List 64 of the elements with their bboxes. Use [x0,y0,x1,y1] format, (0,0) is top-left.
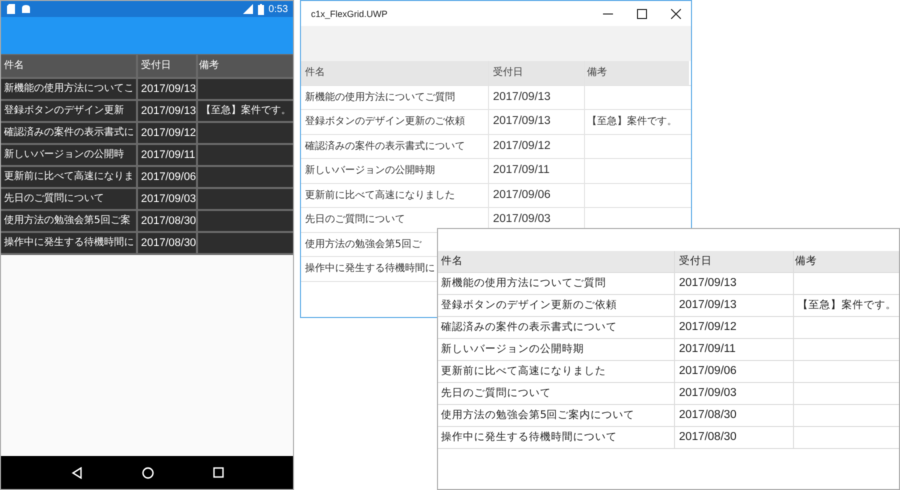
table-cell: 新しいバージョンの公開時 [1,145,136,165]
table-cell: 確認済みの案件の表示書式について [301,134,489,158]
table-cell: 更新前に比べて高速になりました [301,184,489,207]
window-title: c1x_FlexGrid.UWP [311,8,388,18]
table-cell: 【至急】案件です。 [198,101,293,121]
column-header[interactable]: 受付日 [675,251,794,272]
battery-icon [258,4,264,14]
column-header[interactable]: 件名 [1,55,136,77]
table-cell: 使用方法の勉強会第5回ご案 [1,211,136,231]
signal-icon [242,4,253,14]
recents-icon[interactable] [212,467,224,478]
column-header[interactable]: 備考 [198,55,293,77]
table-cell: 2017/08/30 [675,427,794,448]
table-cell: 新機能の使用方法についてこ [1,79,136,99]
table-cell: 新機能の使用方法についてご質問 [438,273,675,294]
table-cell: 操作中に発生する待機時間に [1,233,136,253]
table-cell: 2017/09/11 [489,159,585,182]
table-cell: 2017/09/13 [489,86,585,109]
table-cell: 2017/09/06 [675,361,794,382]
column-header[interactable]: 備考 [794,251,899,272]
back-icon[interactable] [70,466,82,478]
table-cell: 2017/09/03 [138,189,196,209]
home-icon[interactable] [142,466,154,478]
table-cell: 2017/09/13 [138,101,196,121]
table-cell: 2017/08/30 [138,233,196,253]
table-cell: 確認済みの案件の表示書式に [1,123,136,143]
table-cell: 2017/09/12 [138,123,196,143]
table-cell: 更新前に比べて高速になりま [1,167,136,187]
maximize-icon[interactable] [637,8,647,18]
table-cell: 新機能の使用方法についてご質問 [301,86,489,109]
clock-time: 0:53 [268,4,288,14]
column-header[interactable]: 件名 [438,251,675,272]
table-cell: 使用方法の勉強会第5回ご案内について [438,405,675,426]
table-cell: 2017/09/13 [489,110,585,134]
column-header[interactable]: 備考 [585,61,689,84]
table-cell: 更新前に比べて高速になりました [438,361,675,382]
table-cell: 2017/09/11 [675,339,794,360]
table-cell: 2017/09/13 [675,295,794,316]
table-cell: 先日のご質問について [1,189,136,209]
column-header[interactable]: 件名 [301,61,489,84]
table-cell-text: 【至急】案件です。 [586,114,678,129]
table-cell: 2017/09/11 [138,145,196,165]
table-cell: 操作中に発生する待機時間について [438,427,675,448]
table-cell: 新しいバージョンの公開時期 [301,159,489,182]
table-cell: 2017/09/13 [138,79,196,99]
table-cell: 登録ボタンのデザイン更新のご依頼 [301,110,489,134]
table-cell: 2017/09/03 [675,383,794,404]
table-cell: 新しいバージョンの公開時期 [438,339,675,360]
table-cell: 2017/08/30 [138,211,196,231]
close-icon[interactable] [671,8,681,18]
table-cell: 登録ボタンのデザイン更新のご依頼 [438,295,675,316]
table-cell: 登録ボタンのデザイン更新 [1,101,136,121]
column-header[interactable]: 受付日 [138,55,196,77]
table-cell: 2017/08/30 [675,405,794,426]
sd-card-icon [6,4,16,14]
table-cell: 確認済みの案件の表示書式について [438,317,675,338]
table-cell: 2017/09/06 [489,184,585,207]
table-cell: 先日のご質問について [438,383,675,404]
table-cell: 2017/09/12 [675,317,794,338]
column-header[interactable]: 受付日 [489,61,585,84]
table-cell: 2017/09/06 [138,167,196,187]
table-cell: 2017/09/13 [675,273,794,294]
table-cell: 2017/09/12 [489,134,585,158]
table-cell-text: 【至急】案件です。 [796,298,898,313]
